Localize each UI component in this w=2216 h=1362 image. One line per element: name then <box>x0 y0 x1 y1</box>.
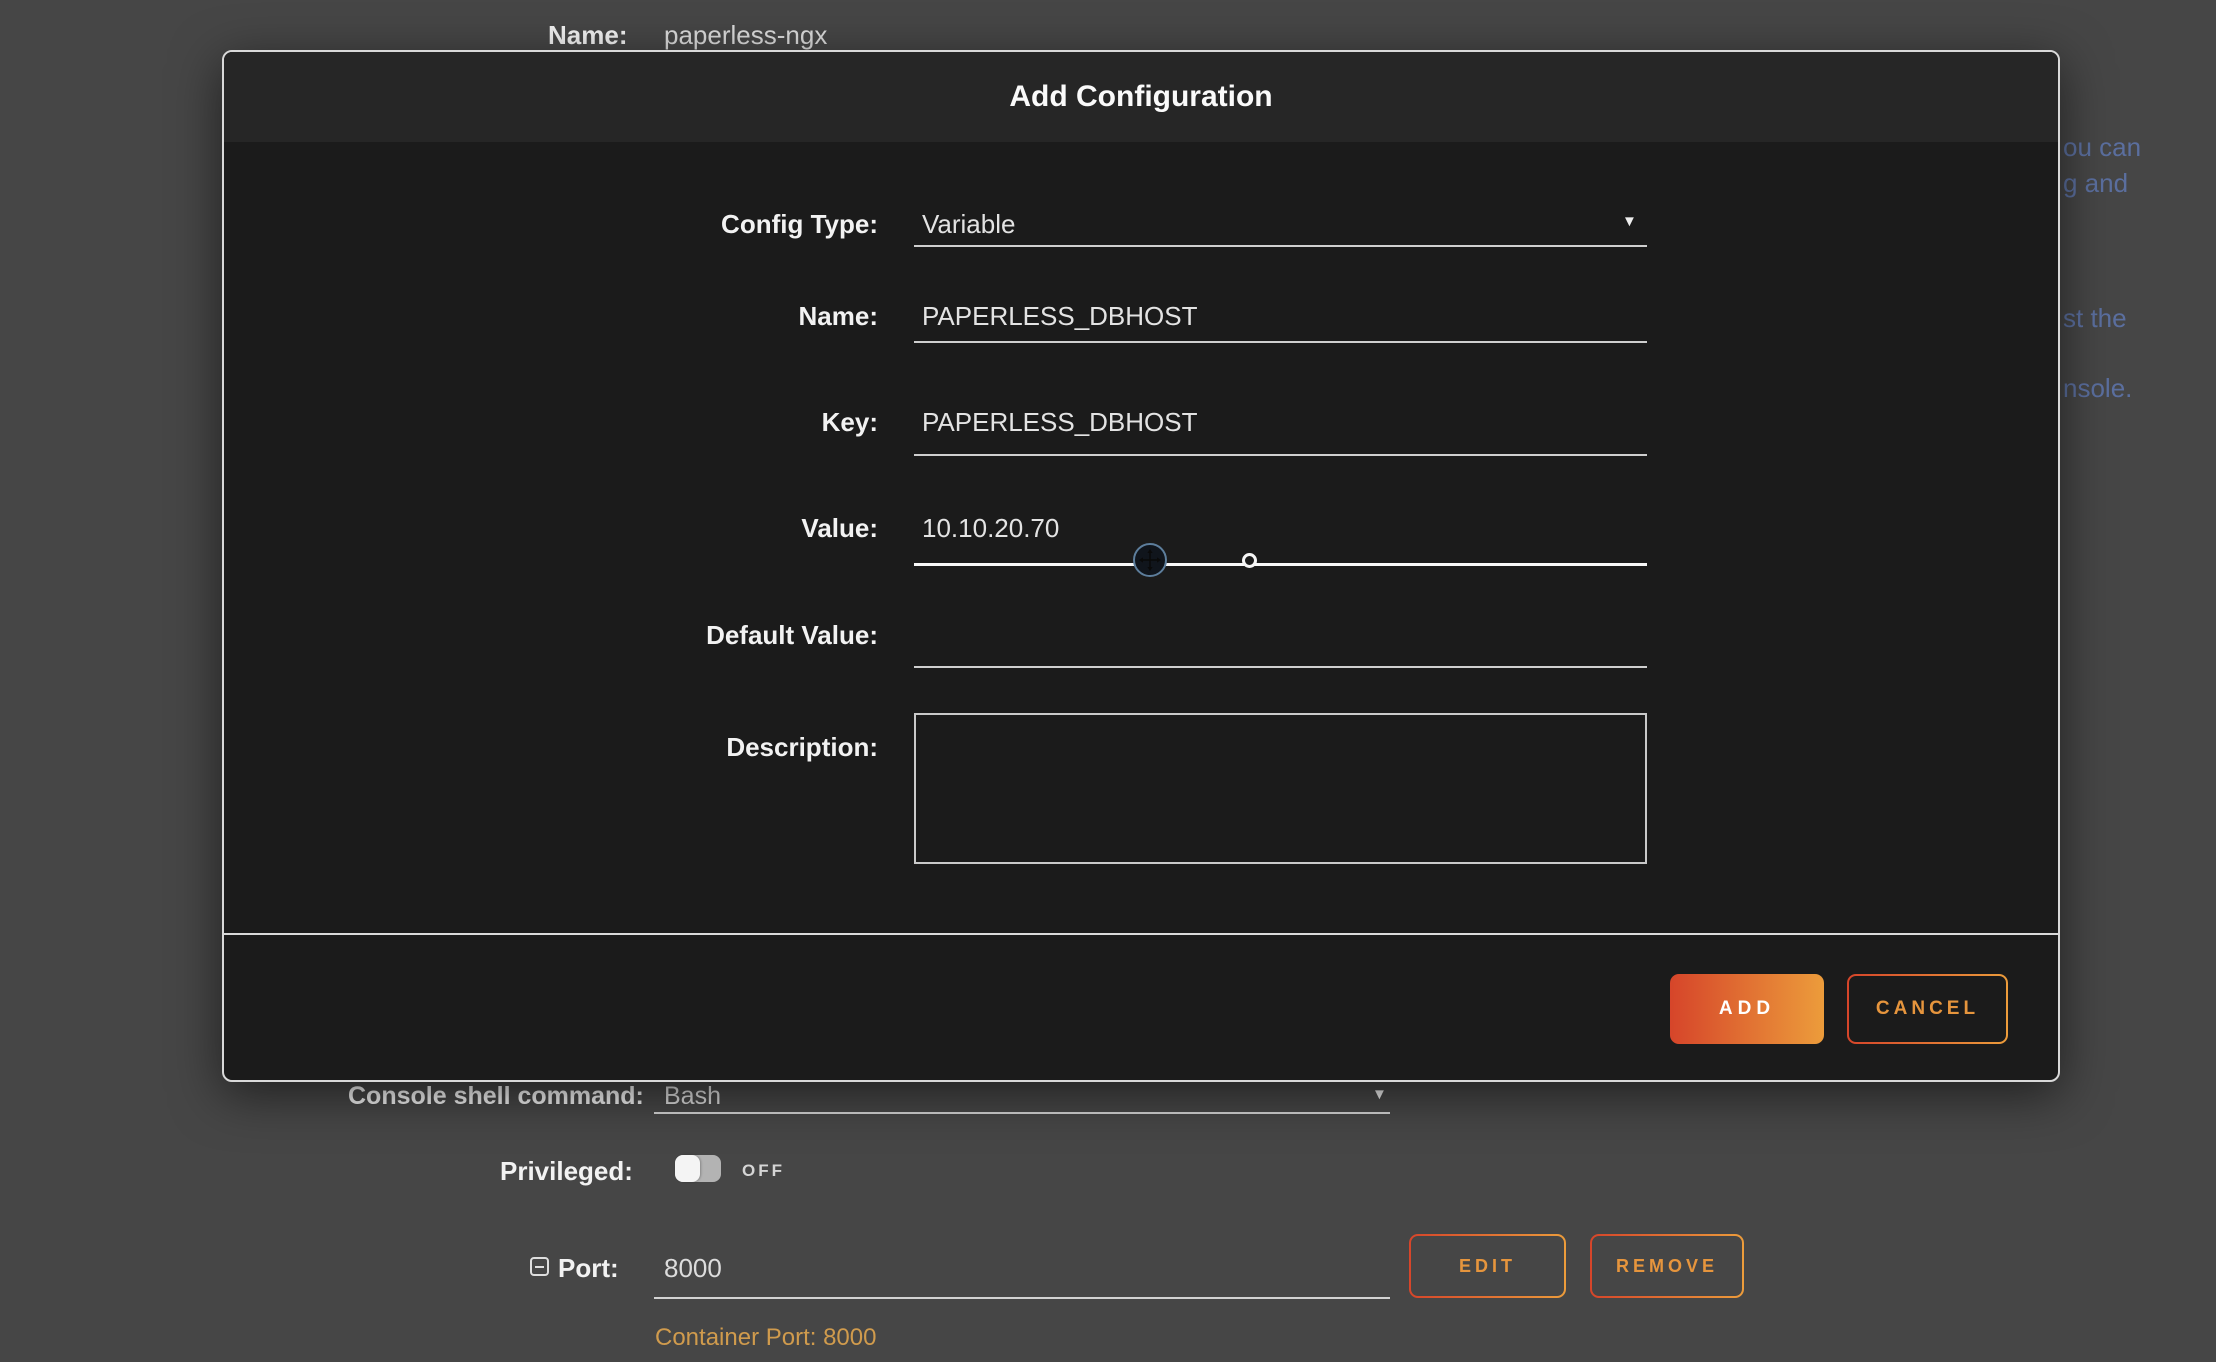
edit-button-label: EDIT <box>1411 1236 1564 1296</box>
chevron-down-icon[interactable]: ▼ <box>1622 214 1637 229</box>
port-value[interactable]: 8000 <box>664 1253 722 1284</box>
default-value-label: Default Value: <box>706 620 878 651</box>
name-underline <box>914 341 1647 343</box>
help-text-fragment: ou can <box>2063 132 2141 163</box>
help-text-fragment: st the <box>2063 303 2127 334</box>
drag-handle-dot-icon[interactable] <box>1242 553 1257 568</box>
footer-divider <box>224 933 2058 935</box>
privileged-toggle[interactable] <box>675 1155 721 1182</box>
console-shell-command-value[interactable]: Bash <box>664 1082 721 1111</box>
description-label: Description: <box>726 732 878 763</box>
cancel-button[interactable]: CANCEL <box>1847 974 2008 1044</box>
cancel-button-label: CANCEL <box>1849 976 2006 1042</box>
name-label: Name: <box>799 301 878 332</box>
value-underline <box>914 563 1647 566</box>
toggle-knob <box>675 1155 700 1182</box>
name-input[interactable]: PAPERLESS_DBHOST <box>914 301 1647 332</box>
move-cursor-icon <box>1133 543 1167 577</box>
config-type-underline <box>914 245 1647 247</box>
value-label: Value: <box>801 513 878 544</box>
port-label: Port: <box>558 1253 619 1284</box>
console-shell-command-underline <box>654 1112 1390 1114</box>
config-type-label: Config Type: <box>721 209 878 240</box>
dialog-header: Add Configuration <box>224 52 2058 142</box>
privileged-label: Privileged: <box>500 1156 633 1187</box>
chevron-down-icon[interactable]: ▼ <box>1372 1087 1387 1102</box>
screen: Name: paperless-ngx ou can g and st the … <box>0 0 2216 1362</box>
help-text-fragment: g and <box>2063 168 2128 199</box>
default-value-underline <box>914 666 1647 668</box>
key-underline <box>914 454 1647 456</box>
minus-glyph <box>535 1266 544 1268</box>
help-text-fragment: nsole. <box>2063 373 2132 404</box>
add-configuration-dialog: Add Configuration Config Type: Variable … <box>222 50 2060 1082</box>
collapse-icon[interactable] <box>530 1257 549 1276</box>
dialog-title: Add Configuration <box>1009 80 1272 114</box>
container-name-label: Name: <box>548 20 627 51</box>
remove-button-label: REMOVE <box>1592 1236 1742 1296</box>
container-port-note: Container Port: 8000 <box>655 1324 876 1352</box>
console-shell-command-label: Console shell command: <box>348 1082 644 1111</box>
add-button[interactable]: ADD <box>1670 974 1824 1044</box>
privileged-toggle-state: OFF <box>742 1161 785 1181</box>
value-input[interactable]: 10.10.20.70 <box>914 513 1647 544</box>
remove-button[interactable]: REMOVE <box>1590 1234 1744 1298</box>
description-textarea[interactable] <box>914 713 1647 864</box>
edit-button[interactable]: EDIT <box>1409 1234 1566 1298</box>
container-name-value: paperless-ngx <box>664 20 827 51</box>
key-label: Key: <box>822 407 878 438</box>
key-input[interactable]: PAPERLESS_DBHOST <box>914 407 1647 438</box>
port-underline <box>654 1297 1390 1299</box>
config-type-select[interactable]: Variable <box>914 209 1647 240</box>
